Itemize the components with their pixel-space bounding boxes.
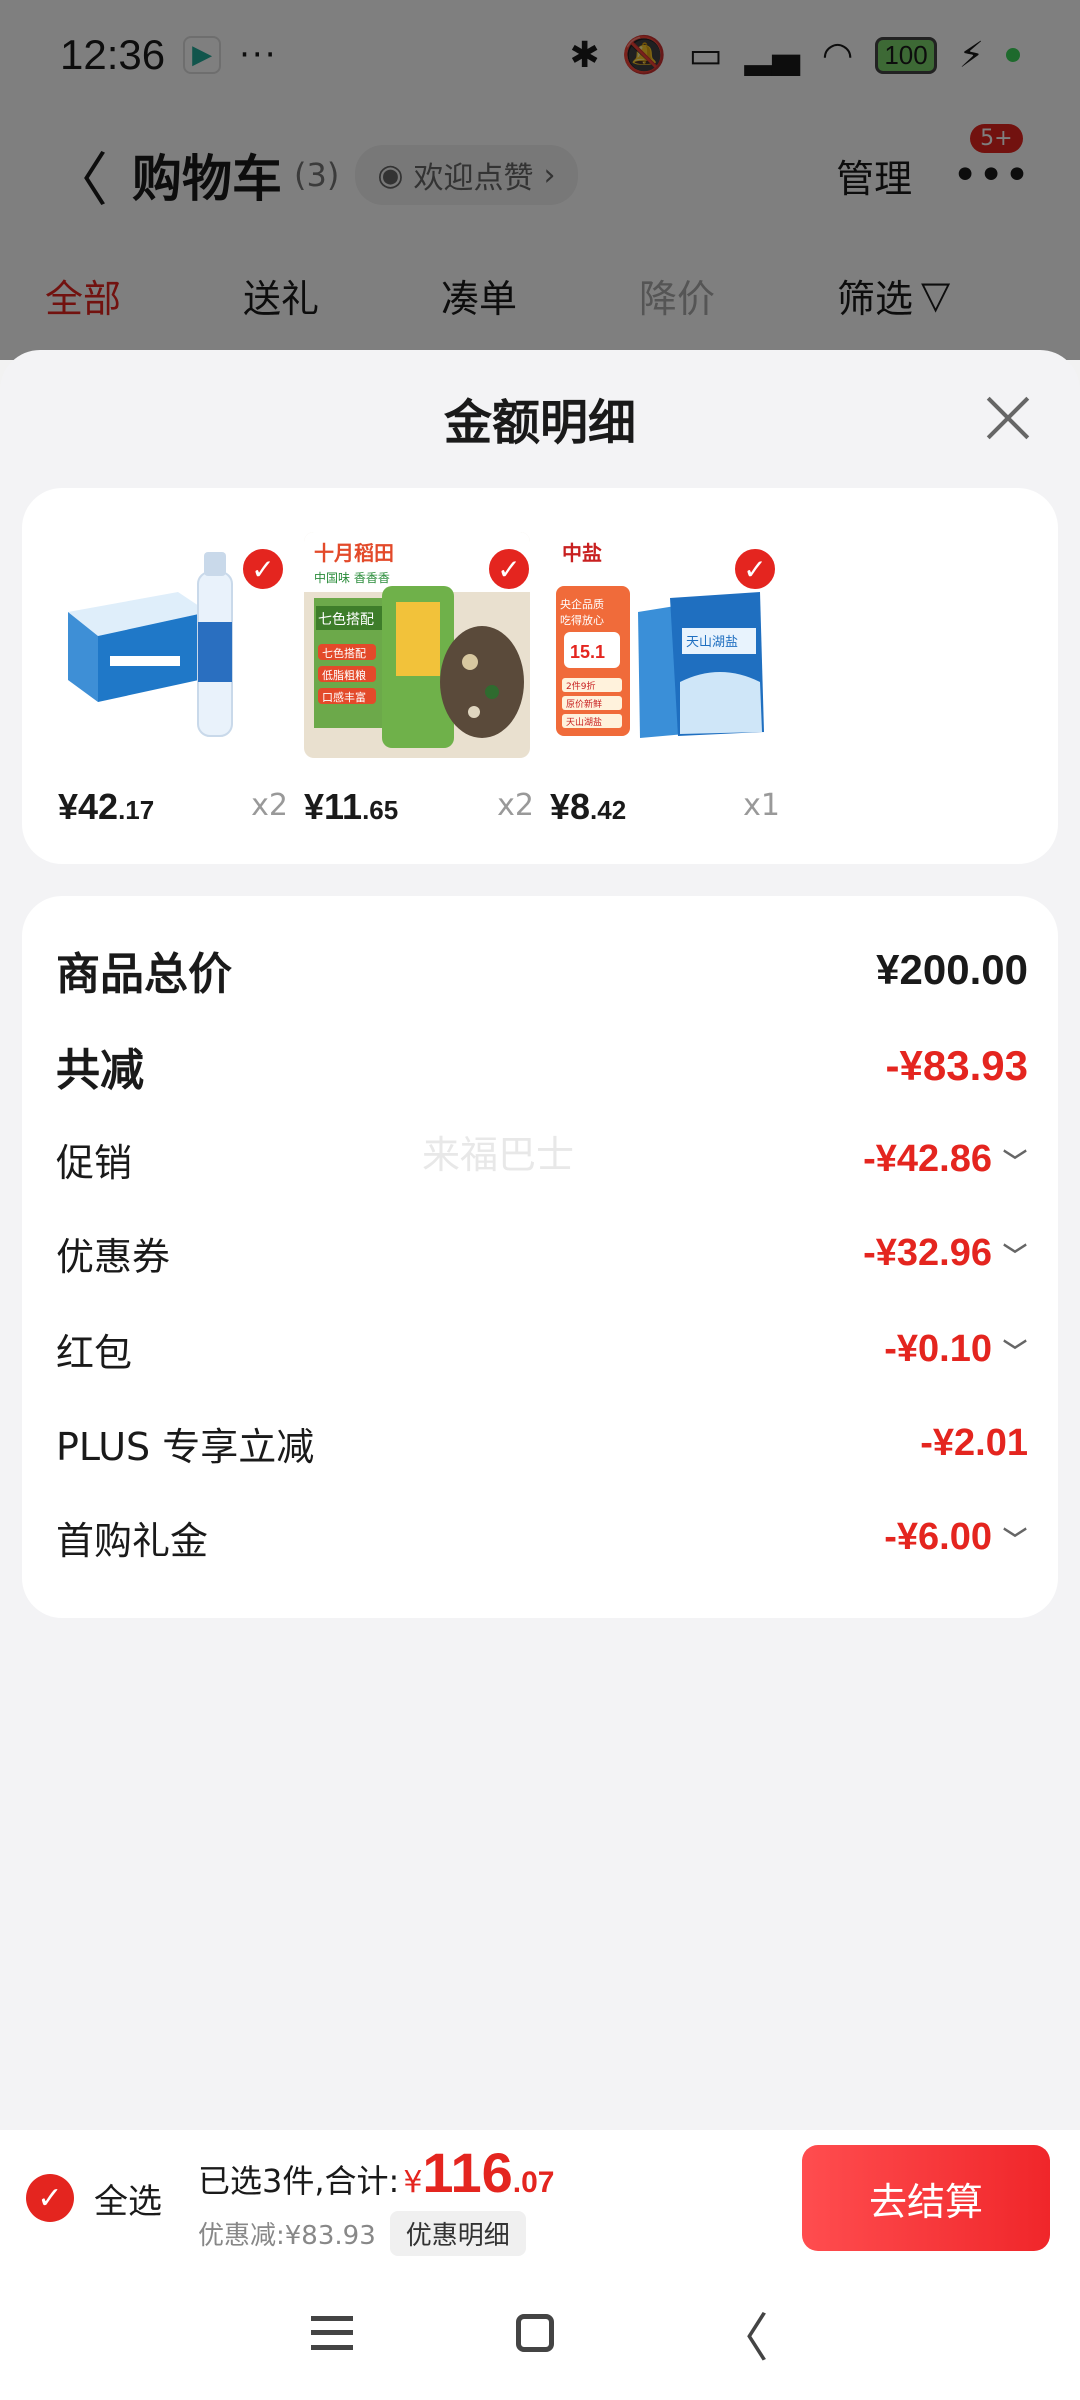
summary-value: -¥0.10 ﹀ bbox=[884, 1328, 1028, 1370]
selected-text: 已选3件,合计: bbox=[198, 2162, 400, 2200]
product-quantity: x1 bbox=[743, 788, 780, 823]
amount-detail-sheet: 金额明细 ✓ ¥42.17 x2 十月稻田 中国味 香香香 七色搭配 七色搭配 … bbox=[0, 350, 1080, 2130]
total-block: 已选3件,合计: ¥ 116 .07 优惠减:¥83.93 优惠明细 bbox=[198, 2140, 554, 2256]
product-image: 中盐 央企品质 吃得放心 15.1 2件9折 原价新鲜 天山湖盐 天山湖盐 ✓ bbox=[550, 532, 776, 758]
chevron-down-icon[interactable]: ﹀ bbox=[1002, 1236, 1028, 1271]
summary-label: 共减 bbox=[56, 1045, 144, 1096]
summary-label: PLUS 专享立减 bbox=[56, 1425, 315, 1469]
recent-apps-icon[interactable] bbox=[311, 2316, 354, 2350]
summary-value: -¥42.86 ﹀ bbox=[863, 1138, 1028, 1180]
svg-text:15.1: 15.1 bbox=[570, 642, 605, 662]
rice-brand-text: 十月稻田 bbox=[314, 541, 394, 565]
chevron-down-icon[interactable]: ﹀ bbox=[1002, 1520, 1028, 1555]
svg-text:低脂粗粮: 低脂粗粮 bbox=[322, 668, 366, 682]
system-nav-bar: 〈 bbox=[0, 2266, 1080, 2400]
summary-value: -¥6.00 ﹀ bbox=[884, 1516, 1028, 1558]
sheet-title: 金额明细 bbox=[443, 395, 636, 451]
summary-card: 来福巴士 商品总价 ¥200.00 共减 -¥83.93 促销 -¥42.86 ﹀… bbox=[22, 896, 1058, 1618]
summary-label: 商品总价 bbox=[56, 949, 232, 1000]
svg-text:天山湖盐: 天山湖盐 bbox=[686, 635, 738, 650]
summary-row-total: 商品总价 ¥200.00 bbox=[56, 938, 1028, 1002]
back-nav-icon[interactable]: 〈 bbox=[717, 2296, 769, 2371]
products-card: ✓ ¥42.17 x2 十月稻田 中国味 香香香 七色搭配 七色搭配 低脂粗粮 … bbox=[22, 488, 1058, 864]
summary-row-first-purchase[interactable]: 首购礼金 -¥6.00 ﹀ bbox=[56, 1510, 1028, 1565]
select-all-toggle[interactable]: ✓ 全选 bbox=[26, 2174, 162, 2223]
total-line: 已选3件,合计: ¥ 116 .07 bbox=[198, 2140, 554, 2205]
product-quantity: x2 bbox=[251, 788, 288, 823]
summary-row-plus: PLUS 专享立减 -¥2.01 bbox=[56, 1416, 1028, 1471]
svg-text:央企品质: 央企品质 bbox=[560, 597, 604, 611]
svg-text:2件9折: 2件9折 bbox=[566, 680, 595, 692]
discount-text: 优惠减:¥83.93 bbox=[198, 2221, 376, 2251]
total-decimals: .07 bbox=[512, 2166, 555, 2199]
discount-detail-button[interactable]: 优惠明细 bbox=[389, 2211, 526, 2256]
summary-value: ¥200.00 bbox=[876, 946, 1028, 993]
checkbox-checked-icon[interactable]: ✓ bbox=[26, 2174, 74, 2222]
chevron-down-icon[interactable]: ﹀ bbox=[1002, 1332, 1028, 1367]
product-item[interactable]: 中盐 央企品质 吃得放心 15.1 2件9折 原价新鲜 天山湖盐 天山湖盐 ✓ … bbox=[550, 532, 780, 827]
product-image: 十月稻田 中国味 香香香 七色搭配 七色搭配 低脂粗粮 口感丰富 ✓ bbox=[304, 532, 530, 758]
checkout-bar: ✓ 全选 已选3件,合计: ¥ 116 .07 优惠减:¥83.93 优惠明细 … bbox=[0, 2130, 1080, 2266]
summary-label: 红包 bbox=[56, 1331, 133, 1375]
modal-overlay[interactable] bbox=[0, 0, 1080, 360]
close-icon[interactable] bbox=[980, 390, 1036, 446]
svg-text:原价新鲜: 原价新鲜 bbox=[566, 698, 602, 710]
product-item[interactable]: 十月稻田 中国味 香香香 七色搭配 七色搭配 低脂粗粮 口感丰富 ✓ ¥11.6… bbox=[304, 532, 534, 827]
chevron-down-icon[interactable]: ﹀ bbox=[1002, 1142, 1028, 1177]
rice-tag-text: 七色搭配 bbox=[318, 611, 374, 628]
svg-text:口感丰富: 口感丰富 bbox=[322, 690, 366, 704]
product-quantity: x2 bbox=[497, 788, 534, 823]
product-price: ¥8.42 bbox=[550, 786, 627, 827]
summary-value: -¥32.96 ﹀ bbox=[863, 1232, 1028, 1274]
summary-value: -¥2.01 bbox=[920, 1422, 1028, 1464]
checkout-button[interactable]: 去结算 bbox=[802, 2145, 1050, 2251]
svg-text:天山湖盐: 天山湖盐 bbox=[566, 716, 602, 728]
summary-row-promotion[interactable]: 促销 -¥42.86 ﹀ bbox=[56, 1132, 1028, 1187]
product-image: ✓ bbox=[58, 532, 284, 758]
select-all-label: 全选 bbox=[94, 2181, 162, 2222]
product-price: ¥42.17 bbox=[58, 786, 155, 827]
svg-text:七色搭配: 七色搭配 bbox=[322, 646, 366, 660]
summary-label: 优惠券 bbox=[56, 1235, 171, 1279]
selected-check-icon[interactable]: ✓ bbox=[240, 546, 284, 592]
currency-symbol: ¥ bbox=[403, 2165, 423, 2200]
selected-check-icon[interactable]: ✓ bbox=[732, 546, 776, 592]
selected-check-icon[interactable]: ✓ bbox=[486, 546, 530, 592]
sheet-header: 金额明细 bbox=[0, 350, 1080, 486]
home-icon[interactable] bbox=[515, 2314, 554, 2352]
summary-row-red-packet[interactable]: 红包 -¥0.10 ﹀ bbox=[56, 1322, 1028, 1377]
summary-row-reduce: 共减 -¥83.93 bbox=[56, 1034, 1028, 1098]
product-price: ¥11.65 bbox=[304, 786, 399, 827]
summary-value: -¥83.93 bbox=[885, 1042, 1028, 1089]
total-amount: 116 bbox=[422, 2141, 513, 2204]
summary-label: 首购礼金 bbox=[56, 1519, 209, 1563]
summary-label: 促销 bbox=[56, 1141, 133, 1185]
summary-row-coupon[interactable]: 优惠券 -¥32.96 ﹀ bbox=[56, 1226, 1028, 1281]
rice-tagline-text: 中国味 香香香 bbox=[314, 570, 390, 585]
discount-line: 优惠减:¥83.93 优惠明细 bbox=[198, 2211, 554, 2256]
product-item[interactable]: ✓ ¥42.17 x2 bbox=[58, 532, 288, 827]
svg-text:吃得放心: 吃得放心 bbox=[560, 613, 604, 627]
salt-brand-text: 中盐 bbox=[562, 541, 602, 565]
